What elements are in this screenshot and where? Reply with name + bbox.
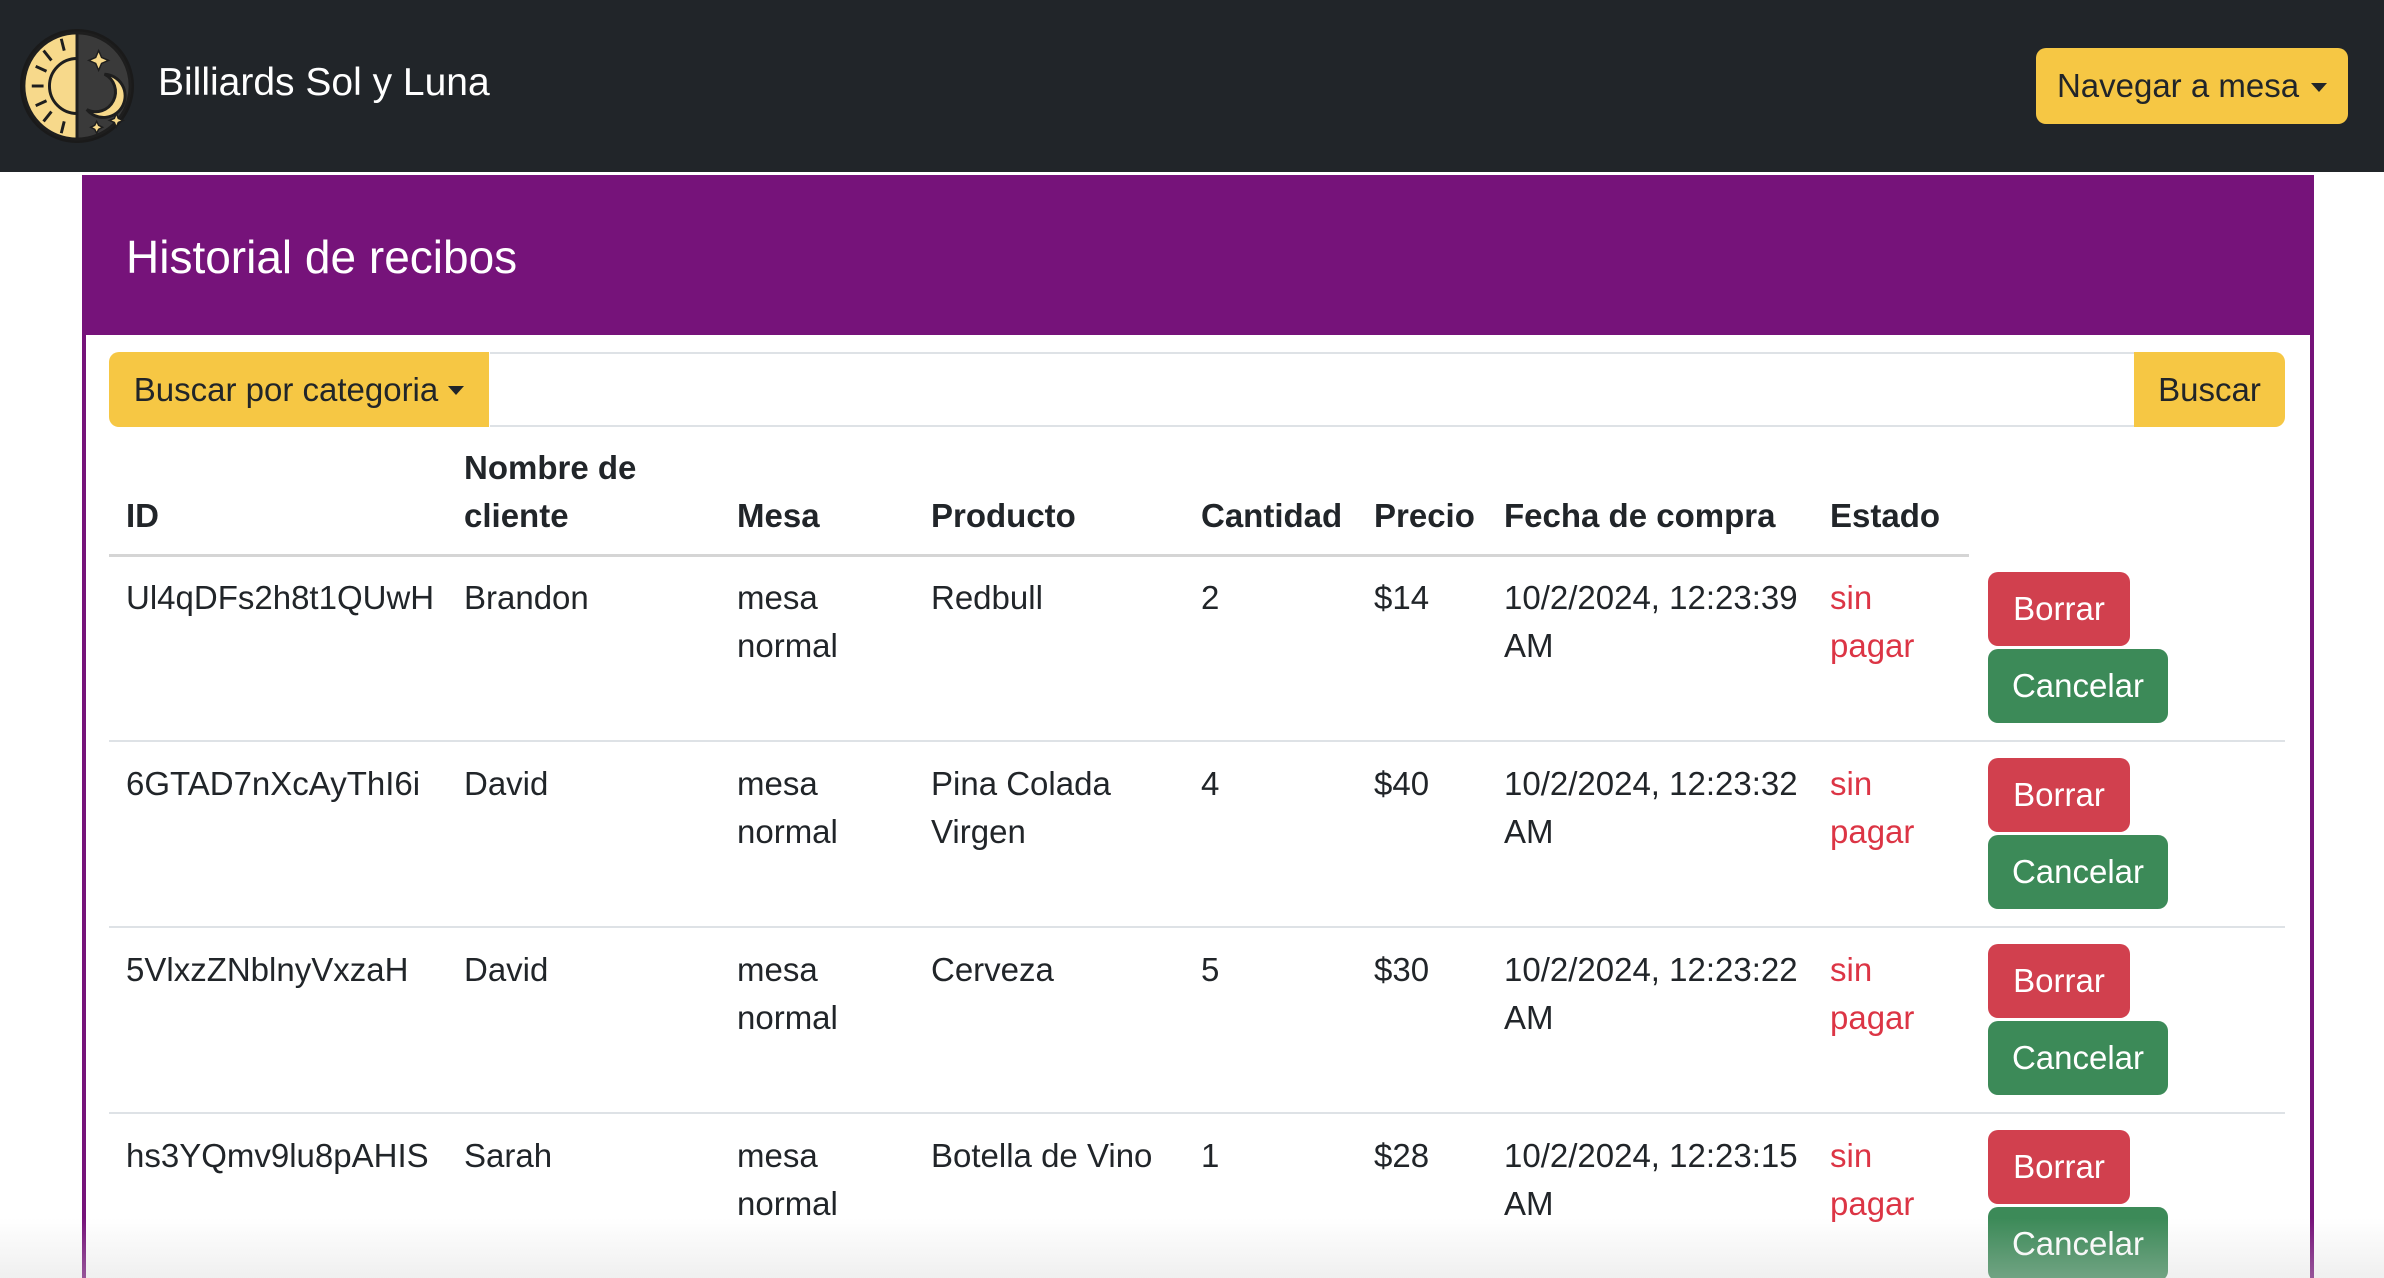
search-input[interactable]: [490, 352, 2134, 427]
header-status: Estado: [1830, 497, 1941, 534]
delete-button[interactable]: Borrar: [1988, 758, 2130, 832]
cell-status-line2: pagar: [1830, 813, 1915, 850]
sun-moon-logo-icon[interactable]: [18, 27, 136, 145]
cell-date-line1: 10/2/2024, 12:23:22: [1504, 951, 1798, 988]
cell-quantity: 1: [1201, 1137, 1220, 1174]
cell-id: hs3YQmv9lu8pAHIS: [126, 1137, 429, 1174]
header-date: Fecha de compra: [1504, 497, 1776, 534]
cell-price: $28: [1374, 1137, 1430, 1174]
cell-status-line1: sin: [1830, 765, 1873, 802]
header-client-line1: Nombre de: [464, 449, 637, 486]
delete-button[interactable]: Borrar: [1988, 1130, 2130, 1204]
cell-date-line1: 10/2/2024, 12:23:32: [1504, 765, 1798, 802]
cell-client: David: [464, 765, 549, 802]
search-category-dropdown-button[interactable]: Buscar por categoria: [109, 352, 489, 427]
header-price: Precio: [1374, 497, 1475, 534]
card-header: Historial de recibos: [86, 179, 2310, 335]
cell-client: Sarah: [464, 1137, 553, 1174]
row-divider: [109, 1112, 2285, 1114]
cell-id: 6GTAD7nXcAyThI6i: [126, 765, 421, 802]
cell-table-line1: mesa: [737, 1137, 818, 1174]
cell-date-line2: AM: [1504, 627, 1554, 664]
cell-date-line2: AM: [1504, 1185, 1554, 1222]
delete-button[interactable]: Borrar: [1988, 944, 2130, 1018]
cancel-button[interactable]: Cancelar: [1988, 835, 2168, 909]
header-id: ID: [126, 497, 159, 534]
cell-status-line2: pagar: [1830, 627, 1915, 664]
cell-quantity: 2: [1201, 579, 1220, 616]
cell-id: 5VlxzZNblnyVxzaH: [126, 951, 409, 988]
cell-client: David: [464, 951, 549, 988]
cell-status-line1: sin: [1830, 1137, 1873, 1174]
page-title: Historial de recibos: [126, 231, 518, 283]
cell-quantity: 5: [1201, 951, 1220, 988]
cell-product-line1: Cerveza: [931, 951, 1054, 988]
cell-table-line2: normal: [737, 1185, 838, 1222]
cell-status-line2: pagar: [1830, 999, 1915, 1036]
cell-price: $40: [1374, 765, 1430, 802]
cell-table-line1: mesa: [737, 951, 818, 988]
navigate-table-dropdown-button[interactable]: Navegar a mesa: [2036, 48, 2348, 124]
cell-price: $14: [1374, 579, 1430, 616]
cell-status-line1: sin: [1830, 579, 1873, 616]
navbar: Billiards Sol y Luna Navegar a mesa: [0, 0, 2384, 172]
cell-table-line1: mesa: [737, 579, 818, 616]
header-divider: [109, 554, 1969, 557]
cancel-button[interactable]: Cancelar: [1988, 1021, 2168, 1095]
navigate-table-label: Navegar a mesa: [2056, 67, 2300, 104]
cell-product-line1: Redbull: [931, 579, 1043, 616]
caret-down-icon: [2311, 82, 2328, 92]
brand-name[interactable]: Billiards Sol y Luna: [158, 58, 490, 108]
header-quantity: Cantidad: [1201, 497, 1343, 534]
header-product: Producto: [931, 497, 1076, 534]
cell-price: $30: [1374, 951, 1430, 988]
cell-product-line1: Pina Colada: [931, 765, 1111, 802]
cell-status-line1: sin: [1830, 951, 1873, 988]
cell-id: Ul4qDFs2h8t1QUwH: [126, 579, 435, 616]
cancel-button[interactable]: Cancelar: [1988, 649, 2168, 723]
cell-product-line1: Botella de Vino: [931, 1137, 1153, 1174]
cell-table-line2: normal: [737, 999, 838, 1036]
caret-down-icon: [448, 386, 465, 395]
cell-table-line2: normal: [737, 627, 838, 664]
search-category-label: Buscar por categoria: [133, 370, 439, 408]
cell-quantity: 4: [1201, 765, 1220, 802]
cancel-button[interactable]: Cancelar: [1988, 1207, 2168, 1278]
cell-date-line2: AM: [1504, 813, 1554, 850]
cell-status-line2: pagar: [1830, 1185, 1915, 1222]
row-divider: [109, 926, 2285, 928]
cell-date-line1: 10/2/2024, 12:23:39: [1504, 579, 1798, 616]
delete-button[interactable]: Borrar: [1988, 572, 2130, 646]
search-button[interactable]: Buscar: [2134, 352, 2285, 427]
cell-table-line2: normal: [737, 813, 838, 850]
cell-date-line2: AM: [1504, 999, 1554, 1036]
cell-product-line2: Virgen: [931, 813, 1026, 850]
cell-table-line1: mesa: [737, 765, 818, 802]
header-table: Mesa: [737, 497, 820, 534]
header-client-line2: cliente: [464, 497, 569, 534]
cell-client: Brandon: [464, 579, 589, 616]
cell-date-line1: 10/2/2024, 12:23:15: [1504, 1137, 1798, 1174]
row-divider: [109, 740, 2285, 742]
